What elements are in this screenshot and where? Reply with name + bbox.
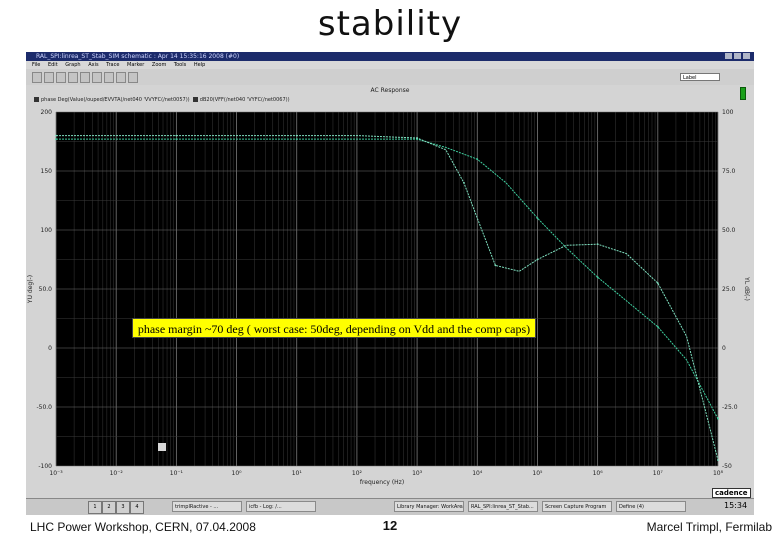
- left-tick-label: 200: [41, 109, 53, 116]
- right-tick-label: 50.0: [722, 227, 736, 234]
- task-5[interactable]: Screen Capture Program: [542, 501, 612, 512]
- x-tick-label: 10⁻³: [49, 470, 63, 477]
- right-tick-label: 75.0: [722, 168, 736, 175]
- task-6[interactable]: Define (4): [616, 501, 686, 512]
- workspace-1[interactable]: 1: [88, 501, 102, 514]
- x-tick-label: 10⁴: [472, 470, 483, 477]
- left-tick-label: -100: [38, 463, 52, 470]
- footer-right: Marcel Trimpl, Fermilab: [646, 520, 772, 534]
- x-tick-label: 10³: [412, 470, 423, 477]
- data-point: [295, 138, 298, 141]
- left-tick-label: 0: [48, 345, 52, 352]
- x-axis-ticks: 10⁻³ 10⁻² 10⁻¹ 10⁰ 10¹ 10² 10³ 10⁴ 10⁵ 10⁶ 10⁷ 10⁸: [49, 470, 723, 477]
- taskbar: 1 2 3 4 trimplRactive - ... icfb - Log: …: [26, 498, 754, 515]
- task-2[interactable]: icfb - Log: /...: [246, 501, 316, 512]
- right-axis-label: YL dB(-): [743, 276, 750, 301]
- x-tick-label: 10¹: [292, 470, 303, 477]
- data-point: [656, 325, 659, 328]
- data-point: [175, 138, 178, 141]
- task-1[interactable]: trimplRactive - ...: [172, 501, 242, 512]
- left-axis-label: YU deg(-): [27, 275, 34, 304]
- x-tick-label: 10⁸: [713, 470, 724, 477]
- data-point: [416, 137, 418, 139]
- left-tick-label: 100: [41, 227, 53, 234]
- data-point: [55, 134, 57, 137]
- data-point: [463, 181, 465, 184]
- data-point: [717, 459, 719, 461]
- data-point: [656, 282, 659, 284]
- data-point: [55, 138, 57, 141]
- workspace-3[interactable]: 3: [116, 501, 130, 514]
- clock: 15:34: [724, 501, 748, 510]
- x-tick-label: 10²: [352, 470, 363, 477]
- right-tick-label: 100: [722, 109, 734, 116]
- x-tick-label: 10⁶: [593, 470, 604, 477]
- x-tick-label: 10⁵: [532, 470, 543, 477]
- right-tick-label: 25.0: [722, 286, 736, 293]
- workspace-4[interactable]: 4: [130, 501, 144, 514]
- left-tick-label: 50.0: [39, 286, 53, 293]
- x-tick-label: 10⁰: [232, 470, 243, 477]
- ac-response-chart[interactable]: 200 150 100 50.0 0 -50.0 -100 100 75.0 50.0 25.0 0…: [0, 0, 780, 540]
- data-point: [717, 417, 719, 420]
- workspace-2[interactable]: 2: [102, 501, 116, 514]
- task-3[interactable]: Library Manager: WorkArea: [394, 501, 464, 512]
- data-point: [175, 134, 178, 137]
- right-tick-label: -25.0: [722, 404, 738, 411]
- right-tick-label: -50: [722, 463, 732, 470]
- data-point: [536, 217, 539, 220]
- left-tick-label: -50.0: [36, 404, 52, 411]
- data-point: [476, 158, 479, 161]
- left-tick-label: 150: [41, 168, 53, 175]
- phase-margin-annotation: phase margin ~70 deg ( worst case: 50deg…: [132, 318, 536, 338]
- data-point: [494, 264, 497, 267]
- x-axis-label: frequency (Hz): [360, 479, 404, 486]
- left-axis-ticks: 200 150 100 50.0 0 -50.0 -100: [36, 109, 52, 470]
- marker-square[interactable]: [158, 443, 166, 451]
- right-tick-label: 0: [722, 345, 726, 352]
- data-point: [596, 243, 599, 246]
- x-tick-label: 10⁷: [653, 470, 664, 477]
- data-point: [536, 258, 539, 261]
- cadence-logo: cadence: [712, 488, 751, 498]
- x-tick-label: 10⁻²: [110, 470, 124, 477]
- data-point: [596, 276, 599, 279]
- data-point: [295, 134, 298, 137]
- task-4[interactable]: RAL_SPI:linrea_ST_Stab...: [468, 501, 538, 512]
- right-axis-ticks: 100 75.0 50.0 25.0 0 -25.0 -50: [722, 109, 738, 470]
- x-tick-label: 10⁻¹: [170, 470, 184, 477]
